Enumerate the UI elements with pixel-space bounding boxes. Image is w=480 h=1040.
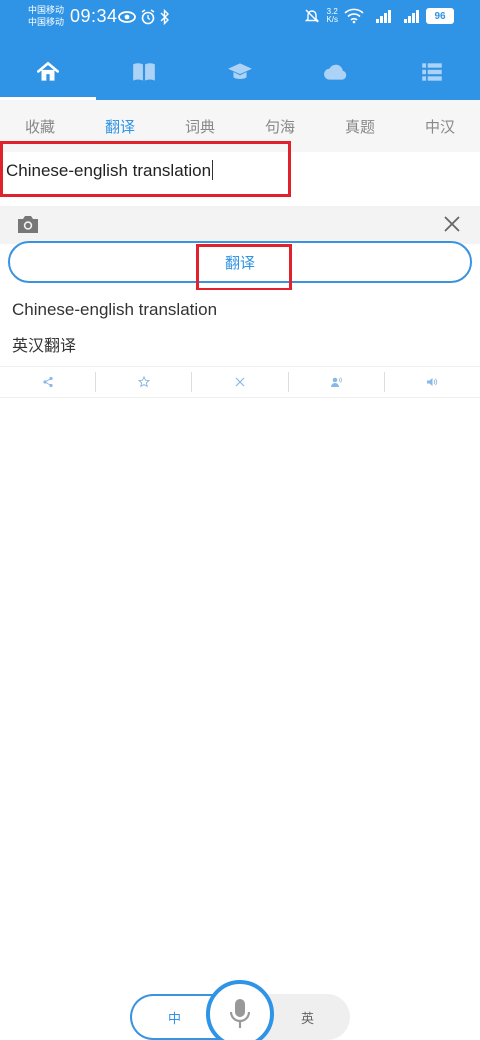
nav-tab-book[interactable] [96, 44, 192, 100]
result-actions [0, 366, 480, 398]
cloud-icon [324, 64, 347, 80]
status-bar: 中国移动 中国移动 09:34 3.2 K/s 96 [0, 0, 480, 36]
language-switcher: 中 英 [130, 980, 350, 1040]
signal-icon [376, 10, 391, 23]
favorite-button[interactable] [96, 372, 193, 392]
subtab-dictionary[interactable]: 词典 [160, 116, 240, 137]
volume-icon [427, 378, 438, 386]
nav-tab-list[interactable] [384, 44, 480, 100]
wifi-icon [344, 8, 364, 24]
status-icons-right: 3.2 K/s 96 [304, 8, 454, 24]
clear-icon[interactable] [444, 216, 460, 232]
carrier-1: 中国移动 [28, 6, 65, 16]
nav-tab-cloud[interactable] [288, 44, 384, 100]
eye-icon [118, 11, 136, 23]
subtab-favorites[interactable]: 收藏 [0, 116, 80, 137]
mute-bell-icon [305, 9, 320, 23]
translation-result: Chinese-english translation 英汉翻译 [0, 290, 480, 366]
speed-unit: K/s [326, 15, 338, 24]
alarm-icon [141, 9, 155, 25]
status-icons-left [118, 9, 170, 25]
target-language[interactable]: 英 [301, 1008, 314, 1027]
book-icon [133, 63, 155, 81]
bluetooth-icon [160, 9, 169, 25]
nav-tab-study[interactable] [192, 44, 288, 100]
home-icon [36, 61, 60, 81]
subtab-translate[interactable]: 翻译 [80, 116, 160, 137]
carrier-info: 中国移动 中国移动 [28, 5, 64, 29]
nav-tab-home[interactable] [0, 44, 96, 100]
play-audio-button[interactable] [385, 372, 480, 392]
subtab-chinese[interactable]: 中汉 [400, 116, 480, 137]
share-icon [42, 376, 53, 388]
voice-input-button[interactable] [206, 980, 274, 1040]
subtab-exam[interactable]: 真题 [320, 116, 400, 137]
subtab-sentences[interactable]: 句海 [240, 116, 320, 137]
carrier-2: 中国移动 [28, 18, 65, 28]
battery-indicator: 96 [426, 8, 454, 24]
input-toolbar [0, 206, 480, 244]
graduation-cap-icon [228, 63, 252, 80]
highlight-box-input [0, 141, 291, 197]
app-header: 中国移动 中国移动 09:34 3.2 K/s 96 [0, 0, 480, 100]
camera-icon[interactable] [16, 214, 40, 234]
list-icon [422, 63, 442, 81]
clock: 09:34 [70, 6, 118, 26]
share-button[interactable] [0, 372, 97, 392]
speaker-person-icon [331, 377, 343, 387]
source-language[interactable]: 中 [168, 1008, 181, 1027]
main-nav [0, 44, 480, 100]
microphone-icon [229, 999, 251, 1028]
result-source: Chinese-english translation [12, 300, 218, 319]
signal-icon-2 [404, 10, 419, 23]
star-icon [137, 376, 150, 388]
highlight-box-button [196, 244, 292, 291]
close-icon [235, 377, 245, 387]
result-translation: 英汉翻译 [12, 336, 77, 355]
voice-read-button[interactable] [289, 372, 385, 392]
network-speed: 3.2 K/s [326, 8, 338, 24]
delete-button[interactable] [192, 372, 289, 392]
